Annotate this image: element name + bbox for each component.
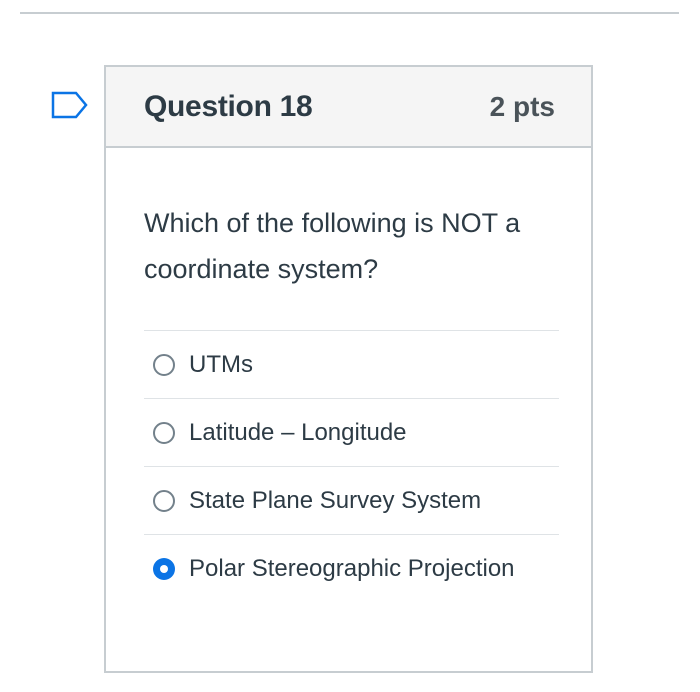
question-header: Question 18 2 pts <box>106 67 591 148</box>
question-body: Which of the following is NOT a coordina… <box>106 148 591 602</box>
answer-list: UTMs Latitude – Longitude State Plane Su… <box>144 330 559 602</box>
flag-question-icon[interactable] <box>51 91 89 119</box>
question-points: 2 pts <box>489 90 555 122</box>
answer-label: UTMs <box>189 350 253 378</box>
radio-button[interactable] <box>153 353 175 376</box>
question-title: Question 18 <box>144 89 313 123</box>
radio-button[interactable] <box>153 489 175 512</box>
question-card: Question 18 2 pts Which of the following… <box>104 65 593 673</box>
answer-option-selected[interactable]: Polar Stereographic Projection <box>144 535 559 602</box>
answer-option[interactable]: Latitude – Longitude <box>144 399 559 467</box>
answer-label: Latitude – Longitude <box>189 418 407 446</box>
radio-button[interactable] <box>153 421 175 444</box>
answer-option[interactable]: State Plane Survey System <box>144 467 559 535</box>
question-text: Which of the following is NOT a coordina… <box>144 208 521 284</box>
answer-label: State Plane Survey System <box>189 486 482 514</box>
top-divider <box>20 12 679 14</box>
answer-option[interactable]: UTMs <box>144 331 559 399</box>
radio-button-selected[interactable] <box>153 557 175 580</box>
answer-label: Polar Stereographic Projection <box>189 554 515 582</box>
